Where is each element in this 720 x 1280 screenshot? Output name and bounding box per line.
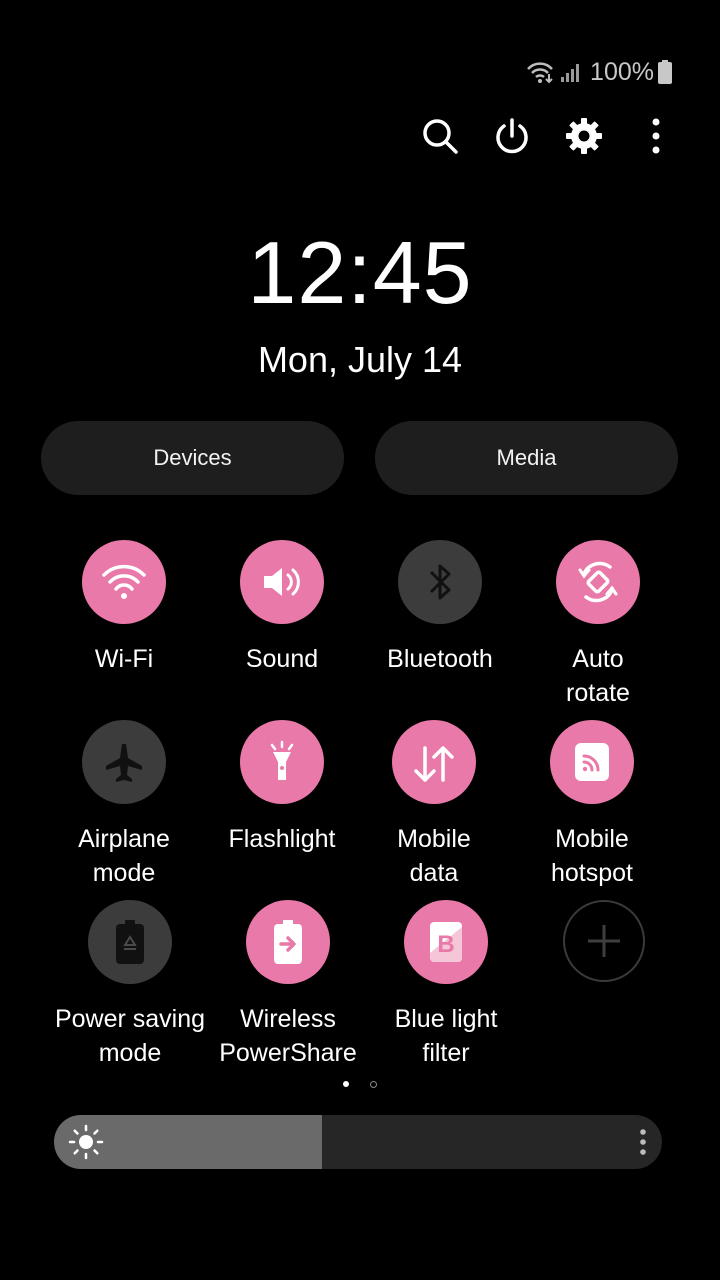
tile-label: Wireless PowerShare xyxy=(219,1005,357,1067)
add-icon xyxy=(588,925,620,957)
signal-icon xyxy=(561,64,580,82)
battery-icon xyxy=(658,60,672,84)
more-options-button[interactable] xyxy=(630,110,682,162)
power-button[interactable] xyxy=(486,110,538,162)
wifi-icon xyxy=(102,564,146,599)
devices-button[interactable]: Devices xyxy=(41,421,344,495)
tile-bluetooth[interactable]: Bluetooth xyxy=(355,540,525,676)
tile-label: Bluetooth xyxy=(387,645,493,673)
status-bar: 100% xyxy=(526,56,672,88)
tile-airplane-mode[interactable]: Airplane mode xyxy=(39,720,209,890)
page-dot-active xyxy=(343,1081,349,1087)
tile-auto-rotate[interactable]: Auto rotate xyxy=(513,540,683,710)
tile-label: Mobile hotspot xyxy=(550,825,633,887)
brightness-more-icon[interactable] xyxy=(638,1128,648,1156)
tile-flashlight[interactable]: Flashlight xyxy=(197,720,367,856)
tile-bluetooth-toggle[interactable] xyxy=(398,540,482,624)
page-indicator xyxy=(0,1078,720,1090)
tile-wifi[interactable]: Wi-Fi xyxy=(39,540,209,676)
bluetooth-icon xyxy=(429,564,451,600)
brightness-slider[interactable] xyxy=(54,1115,662,1169)
tile-label: Auto rotate xyxy=(566,645,630,707)
data-arrows-icon xyxy=(414,746,454,782)
tile-power-saving-toggle[interactable] xyxy=(88,900,172,984)
quick-panel-actions xyxy=(0,110,720,162)
search-button[interactable] xyxy=(414,110,466,162)
tile-mobile-hotspot[interactable]: Mobile hotspot xyxy=(507,720,677,890)
hotspot-icon xyxy=(575,743,609,781)
airplane-icon xyxy=(106,744,142,782)
svg-text:B: B xyxy=(437,931,454,958)
sun-icon xyxy=(68,1124,104,1160)
clock-date[interactable]: Mon, July 14 xyxy=(0,338,720,382)
tile-sound[interactable]: Sound xyxy=(197,540,367,676)
power-icon xyxy=(496,118,528,154)
tile-label: Mobile data xyxy=(397,825,471,887)
battery-percentage: 100% xyxy=(590,57,654,86)
blue-light-icon: B xyxy=(430,922,462,962)
tile-wifi-toggle[interactable] xyxy=(82,540,166,624)
tile-label: Wi-Fi xyxy=(94,645,154,673)
tile-add[interactable] xyxy=(519,900,689,982)
tile-auto-rotate-toggle[interactable] xyxy=(556,540,640,624)
media-button[interactable]: Media xyxy=(375,421,678,495)
tile-blue-light-filter-toggle[interactable]: B xyxy=(404,900,488,984)
powershare-icon xyxy=(274,920,302,964)
tile-power-saving[interactable]: Power saving mode xyxy=(45,900,215,1070)
add-tile-button[interactable] xyxy=(563,900,645,982)
speaker-icon xyxy=(264,568,300,596)
page-dot xyxy=(370,1081,377,1088)
rotate-icon xyxy=(578,561,618,603)
tile-label: Blue light filter xyxy=(394,1005,498,1067)
settings-button[interactable] xyxy=(558,110,610,162)
tile-wireless-powershare[interactable]: Wireless PowerShare xyxy=(203,900,373,1070)
flashlight-icon xyxy=(270,740,294,780)
tile-wireless-powershare-toggle[interactable] xyxy=(246,900,330,984)
tile-mobile-data-toggle[interactable] xyxy=(392,720,476,804)
search-icon xyxy=(423,119,458,154)
tile-sound-toggle[interactable] xyxy=(240,540,324,624)
battery-saver-icon xyxy=(116,920,144,964)
tile-blue-light-filter[interactable]: B Blue light filter xyxy=(361,900,531,1070)
tile-label: Airplane mode xyxy=(78,825,170,887)
tile-mobile-hotspot-toggle[interactable] xyxy=(550,720,634,804)
wifi-data-icon xyxy=(527,62,553,84)
more-vert-icon xyxy=(652,118,660,154)
tile-label: Sound xyxy=(245,645,319,673)
tile-airplane-mode-toggle[interactable] xyxy=(82,720,166,804)
tile-label: Flashlight xyxy=(228,825,336,853)
tile-flashlight-toggle[interactable] xyxy=(240,720,324,804)
tile-mobile-data[interactable]: Mobile data xyxy=(349,720,519,890)
tile-label: Power saving mode xyxy=(54,1005,206,1067)
gear-icon xyxy=(566,118,602,154)
clock-time[interactable]: 12:45 xyxy=(0,228,720,318)
